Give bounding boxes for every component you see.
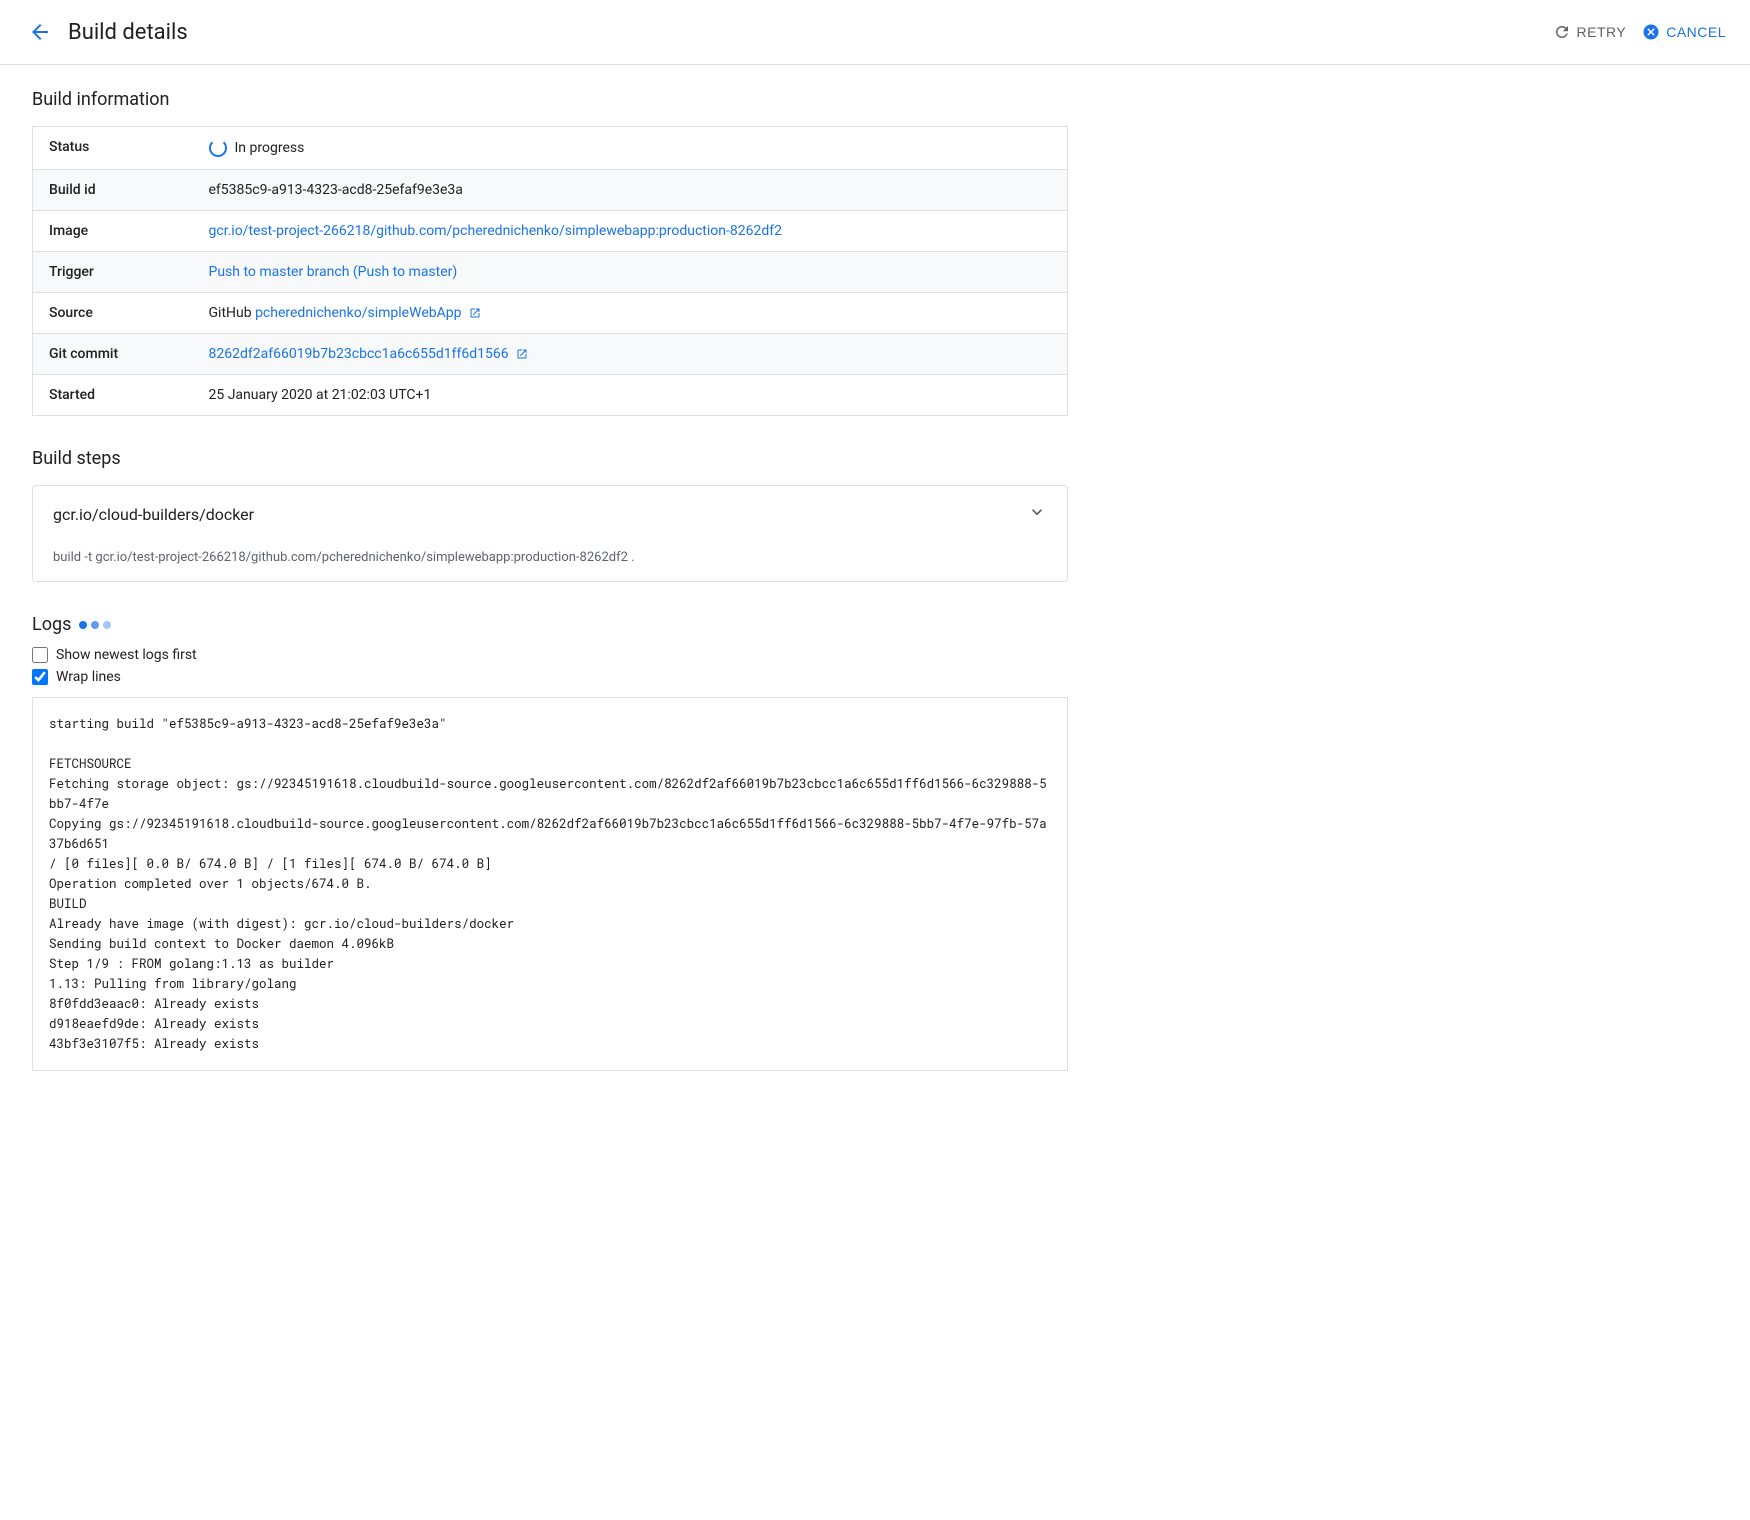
row-value: GitHub pcherednichenko/simpleWebApp xyxy=(193,293,1068,334)
step-card: gcr.io/cloud-builders/docker build -t gc… xyxy=(32,485,1068,582)
loading-spinner xyxy=(209,139,227,157)
wrap-lines-row: Wrap lines xyxy=(32,669,1068,685)
page-title: Build details xyxy=(68,20,1541,45)
logs-title: Logs xyxy=(32,614,71,635)
status-cell: In progress xyxy=(209,139,1052,157)
main-content: Build information Status In progress Bui… xyxy=(0,65,1100,1127)
show-newest-label[interactable]: Show newest logs first xyxy=(56,647,197,663)
log-controls: Show newest logs first Wrap lines xyxy=(32,647,1068,685)
table-row: Image gcr.io/test-project-266218/github.… xyxy=(33,211,1068,252)
image-link[interactable]: gcr.io/test-project-266218/github.com/pc… xyxy=(209,223,782,239)
table-row: Source GitHub pcherednichenko/simpleWebA… xyxy=(33,293,1068,334)
build-information-section: Build information Status In progress Bui… xyxy=(32,89,1068,416)
logs-section: Logs Show newest logs first Wrap lines s… xyxy=(32,614,1068,1071)
row-label: Trigger xyxy=(33,252,193,293)
row-label: Build id xyxy=(33,170,193,211)
retry-icon xyxy=(1553,23,1571,41)
row-value: ef5385c9-a913-4323-acd8-25efaf9e3e3a xyxy=(193,170,1068,211)
source-prefix: GitHub xyxy=(209,305,256,321)
dot-2 xyxy=(91,621,99,629)
logs-header: Logs xyxy=(32,614,1068,635)
row-label: Image xyxy=(33,211,193,252)
step-name: gcr.io/cloud-builders/docker xyxy=(53,505,254,524)
row-value: gcr.io/test-project-266218/github.com/pc… xyxy=(193,211,1068,252)
build-info-title: Build information xyxy=(32,89,1068,110)
page-header: Build details RETRY CANCEL xyxy=(0,0,1750,65)
row-label: Started xyxy=(33,375,193,416)
row-label: Git commit xyxy=(33,334,193,375)
retry-button[interactable]: RETRY xyxy=(1553,23,1627,41)
source-link[interactable]: pcherednichenko/simpleWebApp xyxy=(255,305,461,321)
table-row: Status In progress xyxy=(33,127,1068,170)
log-output: starting build "ef5385c9-a913-4323-acd8-… xyxy=(32,697,1068,1071)
chevron-down-icon xyxy=(1027,502,1047,526)
external-link-icon xyxy=(469,307,481,319)
wrap-lines-label[interactable]: Wrap lines xyxy=(56,669,121,685)
row-value: Push to master branch (Push to master) xyxy=(193,252,1068,293)
build-steps-title: Build steps xyxy=(32,448,1068,469)
loading-dots xyxy=(79,621,111,629)
row-value: 8262df2af66019b7b23cbcc1a6c655d1ff6d1566 xyxy=(193,334,1068,375)
status-text: In progress xyxy=(235,140,305,156)
row-value: 25 January 2020 at 21:02:03 UTC+1 xyxy=(193,375,1068,416)
cancel-icon xyxy=(1642,23,1660,41)
back-button[interactable] xyxy=(24,16,56,48)
cancel-button[interactable]: CANCEL xyxy=(1642,23,1726,41)
wrap-lines-checkbox[interactable] xyxy=(32,669,48,685)
retry-label: RETRY xyxy=(1577,24,1627,40)
show-newest-row: Show newest logs first xyxy=(32,647,1068,663)
row-value: In progress xyxy=(193,127,1068,170)
step-header[interactable]: gcr.io/cloud-builders/docker xyxy=(33,486,1067,542)
git-commit-link[interactable]: 8262df2af66019b7b23cbcc1a6c655d1ff6d1566 xyxy=(209,346,509,362)
table-row: Trigger Push to master branch (Push to m… xyxy=(33,252,1068,293)
trigger-link[interactable]: Push to master branch (Push to master) xyxy=(209,264,458,280)
table-row: Git commit 8262df2af66019b7b23cbcc1a6c65… xyxy=(33,334,1068,375)
row-label: Status xyxy=(33,127,193,170)
header-actions: RETRY CANCEL xyxy=(1553,23,1727,41)
show-newest-checkbox[interactable] xyxy=(32,647,48,663)
table-row: Started 25 January 2020 at 21:02:03 UTC+… xyxy=(33,375,1068,416)
dot-1 xyxy=(79,621,87,629)
dot-3 xyxy=(103,621,111,629)
cancel-label: CANCEL xyxy=(1666,24,1726,40)
build-steps-section: Build steps gcr.io/cloud-builders/docker… xyxy=(32,448,1068,582)
table-row: Build id ef5385c9-a913-4323-acd8-25efaf9… xyxy=(33,170,1068,211)
row-label: Source xyxy=(33,293,193,334)
build-info-table: Status In progress Build id ef5385c9-a91… xyxy=(32,126,1068,416)
external-link-icon xyxy=(516,348,528,360)
step-command: build -t gcr.io/test-project-266218/gith… xyxy=(33,542,1067,581)
